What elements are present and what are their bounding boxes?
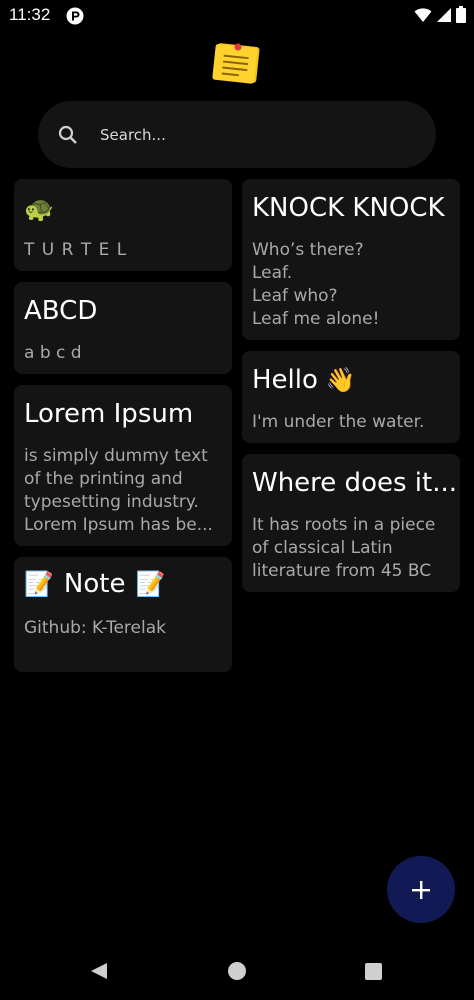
- note-body-line: literature from 45 BC: [252, 561, 432, 581]
- note-body-line: Leaf me alone!: [252, 309, 380, 329]
- note-card-lorem-ipsum[interactable]: Lorem Ipsum is simply dummy text of the …: [14, 385, 232, 546]
- note-body: is simply dummy text of the printing and…: [24, 445, 222, 537]
- note-title: Lorem Ipsum: [24, 399, 194, 429]
- note-title-row: Hello 👋: [252, 365, 356, 395]
- note-body: Who’s there? Leaf. Leaf who? Leaf me alo…: [252, 239, 450, 331]
- turtle-emoji: 🐢: [24, 195, 54, 223]
- note-body-line: Who’s there?: [252, 240, 364, 260]
- search-bar[interactable]: [38, 101, 436, 168]
- note-body: Github: K-Terelak: [24, 618, 166, 638]
- note-body: I'm under the water.: [252, 412, 425, 432]
- note-body-line: Leaf who?: [252, 286, 338, 306]
- memo-emoji: 📝: [24, 570, 54, 598]
- note-title: Hello: [252, 365, 318, 395]
- note-body-line: typesetting industry.: [24, 492, 199, 512]
- note-card-note[interactable]: 📝 Note 📝 Github: K-Terelak: [14, 557, 232, 672]
- note-card-where-does-it[interactable]: Where does it... It has roots in a piece…: [242, 454, 460, 592]
- note-title: KNOCK KNOCK: [252, 193, 445, 223]
- status-time: 11:32: [9, 5, 51, 24]
- note-body-line: is simply dummy text: [24, 446, 208, 466]
- signal-icon: [437, 7, 451, 22]
- plus-icon: [412, 880, 430, 899]
- note-title: ABCD: [24, 296, 98, 326]
- note-body: It has roots in a piece of classical Lat…: [252, 514, 450, 583]
- note-body-line: It has roots in a piece: [252, 515, 436, 535]
- recent-apps-icon[interactable]: [365, 963, 382, 980]
- note-card-turtle[interactable]: 🐢 T U R T E L: [14, 179, 232, 271]
- note-body-line: of the printing and: [24, 469, 183, 489]
- note-body-line: Leaf.: [252, 263, 293, 283]
- status-bar: 11:32: [0, 0, 474, 32]
- note-body-line: Lorem Ipsum has be...: [24, 515, 213, 535]
- home-icon[interactable]: [228, 962, 246, 980]
- back-icon[interactable]: [90, 962, 108, 980]
- note-title-row: 📝 Note 📝: [24, 569, 165, 599]
- note-title: Note: [63, 569, 126, 599]
- note-title: Where does it...: [252, 468, 457, 498]
- note-body-line: of classical Latin: [252, 538, 393, 558]
- status-icons: [414, 6, 466, 23]
- search-input[interactable]: [100, 121, 400, 149]
- note-card-hello[interactable]: Hello 👋 I'm under the water.: [242, 351, 460, 443]
- search-icon: [58, 125, 77, 144]
- battery-icon: [456, 6, 466, 23]
- note-card-knock-knock[interactable]: KNOCK KNOCK Who’s there? Leaf. Leaf who?…: [242, 179, 460, 340]
- waving-hand-emoji: 👋: [325, 366, 356, 394]
- memo-emoji: 📝: [135, 570, 166, 598]
- app-notification-icon: [66, 7, 84, 25]
- wifi-icon: [414, 7, 432, 22]
- add-note-button[interactable]: [387, 856, 455, 923]
- note-body: T U R T E L: [24, 240, 128, 260]
- note-body: a b c d: [24, 343, 82, 363]
- sticky-note-icon: [212, 43, 260, 84]
- navigation-bar: [0, 945, 474, 1000]
- note-card-abcd[interactable]: ABCD a b c d: [14, 282, 232, 374]
